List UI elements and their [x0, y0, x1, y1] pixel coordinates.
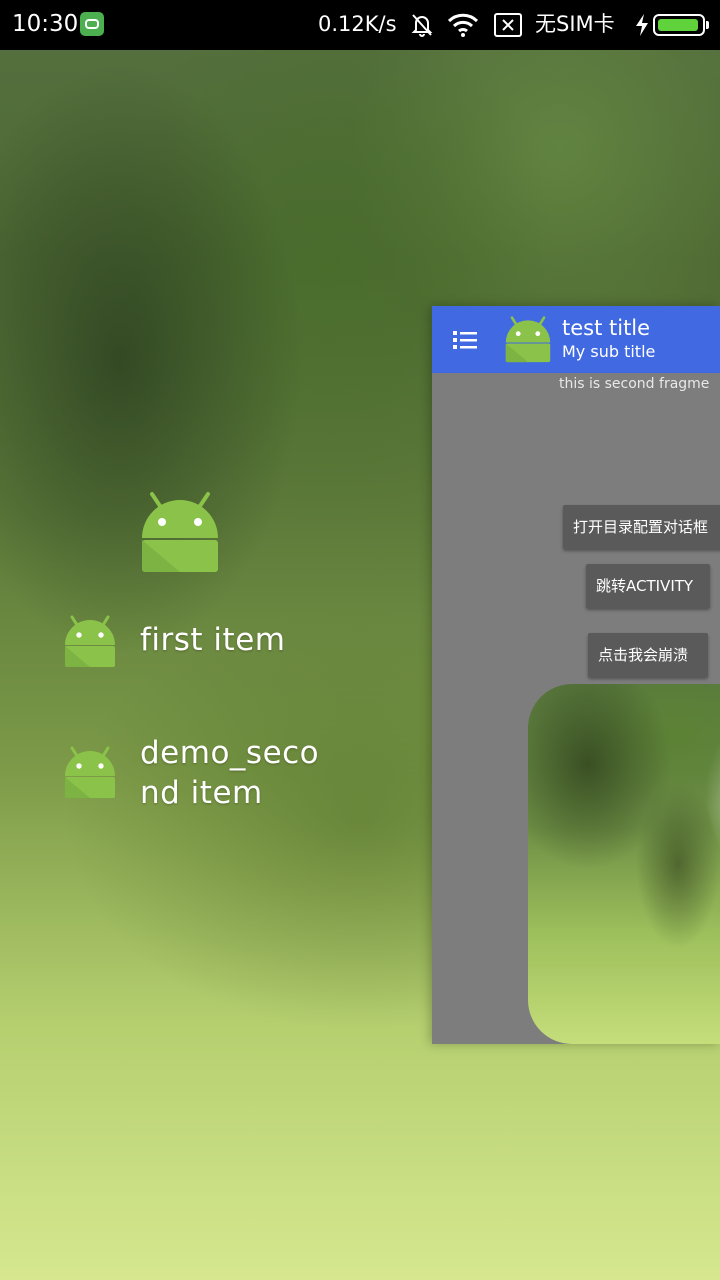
status-bar: 10:30 0.12K/s 无SIM卡 [0, 0, 720, 50]
screen: 10:30 0.12K/s 无SIM卡 first item demo_seco… [0, 0, 720, 1280]
android-robot-icon [142, 492, 218, 572]
list-menu-icon[interactable] [452, 328, 478, 352]
app-notification-icon [80, 12, 104, 36]
menu-item-label: first item [140, 622, 286, 658]
android-robot-icon [65, 746, 115, 798]
crash-button[interactable]: 点击我会崩溃 [588, 633, 708, 677]
wifi-icon [447, 13, 479, 37]
fragment-label: this is second fragme [559, 376, 710, 392]
status-carrier: 无SIM卡 [535, 12, 615, 36]
toolbar-subtitle: My sub title [562, 342, 656, 361]
toolbar: test title My sub title [432, 306, 720, 373]
menu-item-second[interactable]: demo_second item [60, 733, 360, 817]
charging-icon [636, 14, 648, 36]
no-sim-icon [494, 13, 522, 37]
battery-icon [653, 14, 709, 36]
jump-activity-button[interactable]: 跳转ACTIVITY [586, 564, 710, 608]
android-robot-icon [65, 615, 115, 667]
menu-item-first[interactable]: first item [60, 610, 360, 670]
open-directory-dialog-button[interactable]: 打开目录配置对话框 [563, 505, 720, 549]
menu-item-label: demo_second item [140, 735, 320, 811]
battery-level-fill [658, 19, 698, 31]
preview-image [528, 684, 720, 1044]
status-time: 10:30 [12, 11, 79, 37]
main-content-panel[interactable]: test title My sub title this is second f… [432, 306, 720, 1044]
bell-off-icon [411, 14, 433, 37]
status-network-speed: 0.12K/s [318, 12, 397, 36]
android-robot-icon [505, 316, 551, 363]
toolbar-title: test title [562, 316, 651, 340]
